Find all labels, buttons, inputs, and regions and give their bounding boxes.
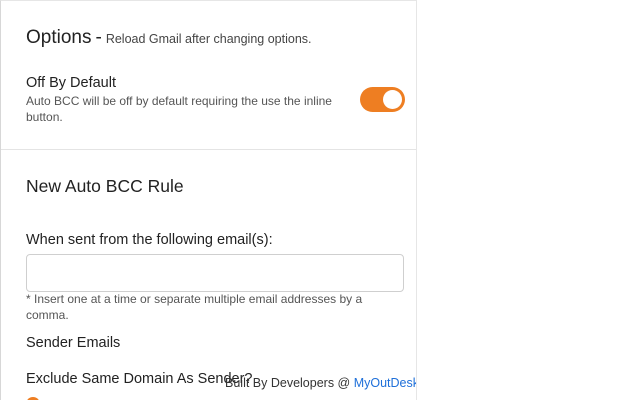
options-title: Options xyxy=(26,27,92,48)
toggle-knob xyxy=(383,90,402,109)
exclude-same-domain-label: Exclude Same Domain As Sender? xyxy=(26,371,253,387)
footer-credit: Built By Developers @ MyOutDesk xyxy=(225,376,416,390)
off-by-default-title: Off By Default xyxy=(26,75,116,91)
sender-emails-label: Sender Emails xyxy=(26,335,121,351)
myoutdesk-link[interactable]: MyOutDesk xyxy=(354,376,416,390)
section-divider xyxy=(1,149,416,150)
options-subtitle: Reload Gmail after changing options. xyxy=(105,32,312,46)
options-header: Options - Reload Gmail after changing opti… xyxy=(26,27,312,49)
from-emails-hint: * Insert one at a time or separate multi… xyxy=(26,292,363,322)
off-by-default-toggle[interactable] xyxy=(360,87,405,112)
new-rule-title: New Auto BCC Rule xyxy=(26,176,184,196)
options-panel: Options - Reload Gmail after changing opti… xyxy=(0,0,417,400)
from-emails-input[interactable] xyxy=(26,254,404,292)
footer-prefix: Built By Developers @ xyxy=(225,376,354,390)
off-by-default-description: Auto BCC will be off by default requirin… xyxy=(26,94,332,124)
from-emails-label: When sent from the following email(s): xyxy=(26,232,273,248)
options-title-dash: - xyxy=(95,27,102,48)
